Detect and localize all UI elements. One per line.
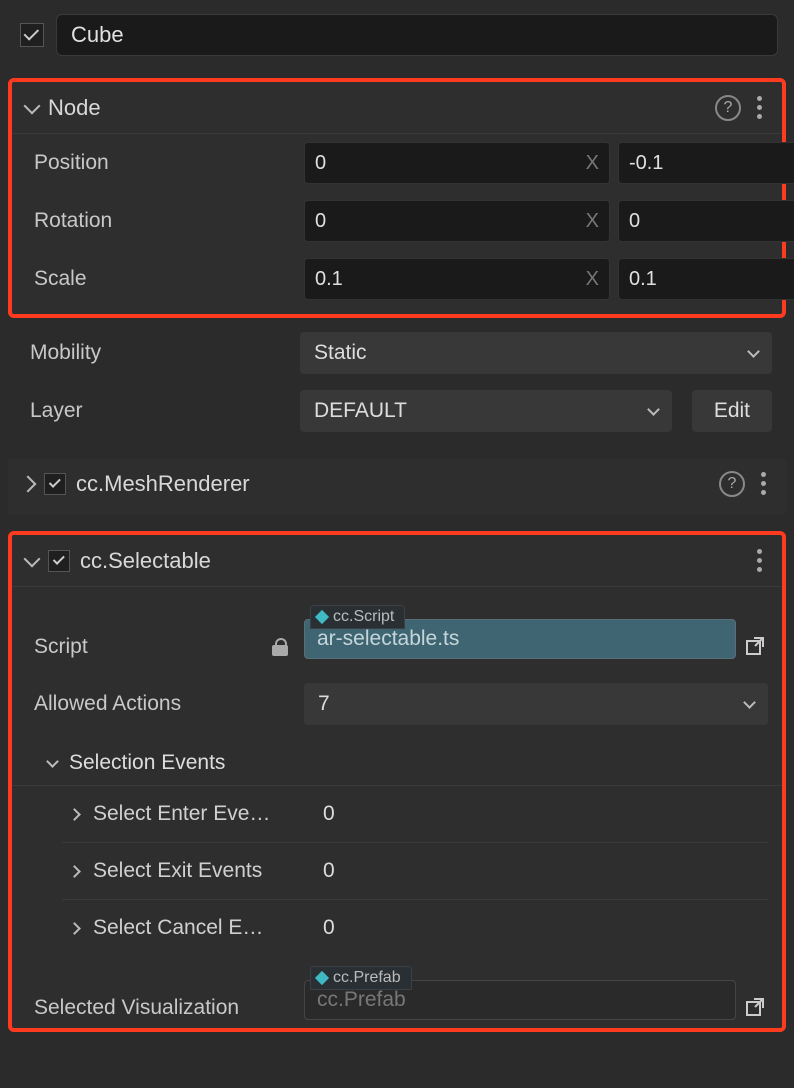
- scale-y-input[interactable]: [629, 268, 794, 291]
- chevron-right-icon: [68, 808, 81, 821]
- script-label: Script: [34, 635, 262, 659]
- selectable-section: cc.Selectable Script cc.Script ar-select…: [8, 531, 786, 1032]
- scale-label: Scale: [34, 267, 294, 291]
- menu-icon[interactable]: [751, 92, 768, 123]
- mesh-renderer-title: cc.MeshRenderer: [76, 471, 250, 497]
- select-cancel-label: Select Cancel E…: [93, 916, 303, 940]
- rotation-label: Rotation: [34, 209, 294, 233]
- divider: [62, 899, 768, 900]
- select-cancel-value: 0: [317, 916, 768, 940]
- selectable-enabled-checkbox[interactable]: [48, 550, 70, 572]
- position-x-input[interactable]: [315, 152, 580, 175]
- mesh-renderer-enabled-checkbox[interactable]: [44, 473, 66, 495]
- popout-icon[interactable]: [744, 996, 768, 1020]
- layer-select[interactable]: DEFAULT: [300, 390, 672, 432]
- chevron-down-icon: [46, 755, 59, 768]
- chevron-right-icon: [20, 475, 37, 492]
- selection-events-header[interactable]: Selection Events: [12, 733, 782, 786]
- scale-row: Scale X Y Z: [12, 250, 782, 308]
- mesh-renderer-section: cc.MeshRenderer ?: [8, 458, 786, 515]
- layer-value: DEFAULT: [314, 399, 407, 423]
- check-icon: [48, 475, 60, 487]
- node-header[interactable]: Node ?: [12, 82, 782, 134]
- position-y-input[interactable]: [629, 152, 794, 175]
- node-name-input[interactable]: [56, 14, 778, 56]
- check-icon: [24, 25, 40, 41]
- chevron-down-icon: [24, 550, 41, 567]
- diamond-icon: [315, 610, 329, 624]
- menu-icon[interactable]: [755, 468, 772, 499]
- script-type-tag: cc.Script: [310, 605, 405, 629]
- select-exit-row[interactable]: Select Exit Events 0: [12, 847, 782, 895]
- chevron-down-icon: [647, 403, 660, 416]
- selectable-header[interactable]: cc.Selectable: [12, 535, 782, 587]
- mobility-select[interactable]: Static: [300, 332, 772, 374]
- layer-label: Layer: [30, 399, 290, 423]
- mesh-renderer-header[interactable]: cc.MeshRenderer ?: [8, 458, 786, 509]
- layer-edit-button[interactable]: Edit: [692, 390, 772, 432]
- select-enter-value: 0: [317, 802, 768, 826]
- chevron-right-icon: [68, 922, 81, 935]
- prefab-type-tag: cc.Prefab: [310, 966, 412, 990]
- allowed-actions-value: 7: [318, 692, 330, 716]
- popout-icon[interactable]: [744, 635, 768, 659]
- scale-x-input[interactable]: [315, 268, 580, 291]
- mobility-label: Mobility: [30, 341, 290, 365]
- axis-x-label: X: [580, 152, 599, 175]
- select-enter-label: Select Enter Eve…: [93, 802, 303, 826]
- diamond-icon: [315, 971, 329, 985]
- chevron-down-icon: [24, 97, 41, 114]
- chevron-right-icon: [68, 865, 81, 878]
- mobility-value: Static: [314, 341, 367, 365]
- allowed-actions-label: Allowed Actions: [34, 692, 294, 716]
- divider: [62, 842, 768, 843]
- rotation-x-input[interactable]: [315, 210, 580, 233]
- help-icon[interactable]: ?: [715, 95, 741, 121]
- position-label: Position: [34, 151, 294, 175]
- select-enter-row[interactable]: Select Enter Eve… 0: [12, 790, 782, 838]
- allowed-actions-select[interactable]: 7: [304, 683, 768, 725]
- node-section: Node ? Position X Y Z Rotation X Y Z Sca…: [8, 78, 786, 318]
- node-title: Node: [48, 95, 101, 121]
- rotation-row: Rotation X Y Z: [12, 192, 782, 250]
- enabled-checkbox[interactable]: [20, 23, 44, 47]
- select-cancel-row[interactable]: Select Cancel E… 0: [12, 904, 782, 952]
- selectable-title: cc.Selectable: [80, 548, 211, 574]
- chevron-down-icon: [747, 345, 760, 358]
- menu-icon[interactable]: [751, 545, 768, 576]
- selected-viz-label: Selected Visualization: [34, 996, 294, 1020]
- position-row: Position X Y Z: [12, 134, 782, 192]
- lock-icon: [272, 638, 288, 656]
- rotation-y-input[interactable]: [629, 210, 794, 233]
- check-icon: [52, 552, 64, 564]
- select-exit-value: 0: [317, 859, 768, 883]
- select-exit-label: Select Exit Events: [93, 859, 303, 883]
- help-icon[interactable]: ?: [719, 471, 745, 497]
- chevron-down-icon: [743, 696, 756, 709]
